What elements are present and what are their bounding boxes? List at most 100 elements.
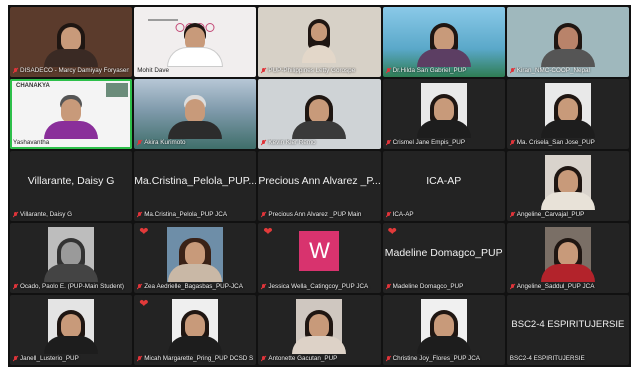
participant-name-label: Zea Aedrielle_Bagasbas_PUP-JCA: [137, 283, 253, 291]
participant-tile[interactable]: BSC2-4 ESPIRITUJERSIE BSC2-4 ESPIRITUJER…: [506, 295, 629, 365]
participant-tile[interactable]: ❤ Micah Margarette_Pring_PUP DCSD S...: [134, 295, 257, 365]
participant-photo: [44, 227, 99, 282]
mic-muted-icon: [261, 140, 266, 146]
mic-muted-icon: [261, 284, 266, 290]
participant-display-name: BSC2-4 ESPIRITUJERSIE: [511, 318, 625, 330]
participant-tile[interactable]: ❤ Zea Aedrielle_Bagasbas_PUP-JCA: [134, 223, 257, 293]
participant-tile[interactable]: ❤ Madeline Domagco_PUP Madeline Domagco_…: [382, 223, 505, 293]
mic-muted-icon: [13, 284, 18, 290]
participant-tile[interactable]: DISADECO - Marcy Damiyay Foryasen: [10, 7, 133, 77]
participant-name-label: Mohit Dave: [137, 67, 170, 74]
participant-name-label: Akira Kurimoto: [137, 139, 253, 147]
participant-tile[interactable]: ICA-AP ICA-AP: [382, 151, 505, 221]
participant-name-label: Kevin Kier Remo: [261, 139, 377, 147]
participant-tile[interactable]: Villarante, Daisy G Villarante, Daisy G: [10, 151, 133, 221]
mic-muted-icon: [261, 356, 266, 362]
heart-reaction-icon: ❤: [263, 226, 273, 238]
participant-video: [163, 91, 227, 139]
participant-tile[interactable]: Janell_Lusterio_PUP: [10, 295, 133, 365]
participant-display-name: Villarante, Daisy G: [27, 174, 115, 187]
participant-photo: [292, 299, 347, 354]
mic-muted-icon: [13, 212, 18, 218]
mic-muted-icon: [137, 212, 142, 218]
participant-name-label: Jessica Wella_Catingcoy_PUP JCA: [261, 283, 377, 291]
participant-tile[interactable]: Angeline_Carvajal_PUP: [506, 151, 629, 221]
participant-name-label: Kiran_NMC-COOP_Nepal: [510, 67, 626, 75]
participant-tile[interactable]: Akira Kurimoto: [134, 79, 257, 149]
participant-photo: [540, 227, 595, 282]
participant-name-label: Ma. Crisela_San Jose_PUP: [510, 139, 626, 147]
participant-photo: [416, 299, 471, 354]
participant-display-name: Madeline Domagco_PUP: [384, 246, 503, 259]
participant-name-label: Ma.Cristina_Pelola_PUP JCA: [137, 211, 253, 219]
participant-tile[interactable]: Angeline_Saddul_PUP JCA: [506, 223, 629, 293]
participant-name-label: Madeline Domagco_PUP: [386, 283, 502, 291]
video-gallery: DISADECO - Marcy Damiyay Foryasen Mohit …: [8, 5, 631, 367]
participant-tile[interactable]: Mohit Dave: [134, 7, 257, 77]
mic-muted-icon: [386, 212, 391, 218]
mic-muted-icon: [137, 140, 142, 146]
mic-muted-icon: [386, 140, 391, 146]
participant-name-label: Antonette Gacutan_PUP: [261, 355, 377, 363]
participant-video: [287, 91, 351, 139]
participant-photo: [167, 227, 224, 282]
participant-tile[interactable]: PUP-Philippines Letty Gorospe: [258, 7, 381, 77]
participant-grid: DISADECO - Marcy Damiyay Foryasen Mohit …: [10, 7, 629, 365]
participant-tile[interactable]: Crismel Jane Empis_PUP: [382, 79, 505, 149]
mic-muted-icon: [137, 284, 142, 290]
mic-muted-icon: [386, 68, 391, 74]
participant-name-label: Yashavantha: [13, 139, 50, 146]
participant-name-label: Christine Joy_Flores_PUP JCA: [386, 355, 502, 363]
participant-tile[interactable]: Ma.Cristina_Pelola_PUP... Ma.Cristina_Pe…: [134, 151, 257, 221]
mic-muted-icon: [510, 212, 515, 218]
participant-name-label: PUP-Philippines Letty Gorospe: [261, 67, 377, 75]
participant-video: [299, 15, 339, 63]
participant-name-label: BSC2-4 ESPIRITUJERSIE: [509, 355, 585, 362]
mic-muted-icon: [386, 284, 391, 290]
participant-tile-active-speaker[interactable]: CHANAKYA Yashavantha: [10, 79, 133, 149]
participant-name-label: Crismel Jane Empis_PUP: [386, 139, 502, 147]
participant-display-name: Precious Ann Alvarez _P...: [258, 174, 381, 187]
participant-video: [412, 19, 476, 67]
mic-muted-icon: [510, 140, 515, 146]
participant-video: [39, 91, 103, 139]
heart-reaction-icon: ❤: [387, 226, 397, 238]
mic-muted-icon: [13, 68, 18, 74]
participant-video: [536, 19, 600, 67]
participant-name-label: Micah Margarette_Pring_PUP DCSD S...: [137, 355, 253, 363]
participant-photo: [540, 155, 595, 210]
participant-photo: [416, 83, 471, 138]
participant-tile[interactable]: Kevin Kier Remo: [258, 79, 381, 149]
participant-name-label: DISADECO - Marcy Damiyay Foryasen: [13, 67, 129, 75]
mic-muted-icon: [137, 356, 142, 362]
participant-video: [163, 19, 227, 67]
participant-name-label: Villarante, Daisy G: [13, 211, 129, 219]
participant-name-label: Ocado, Paolo E. (PUP-Main Student): [13, 283, 129, 291]
participant-photo: [540, 83, 595, 138]
participant-name-label: Precious Ann Alvarez _PUP Main: [261, 211, 377, 219]
logo-image: [106, 83, 129, 97]
participant-video: [39, 19, 103, 67]
participant-tile[interactable]: ❤ W Jessica Wella_Catingcoy_PUP JCA: [258, 223, 381, 293]
participant-photo: [168, 299, 223, 354]
participant-tile[interactable]: Christine Joy_Flores_PUP JCA: [382, 295, 505, 365]
participant-tile[interactable]: Precious Ann Alvarez _P... Precious Ann …: [258, 151, 381, 221]
participant-name-label: Angeline_Carvajal_PUP: [510, 211, 626, 219]
participant-tile[interactable]: Dr.Hilda San Gabriel_PUP: [382, 7, 505, 77]
participant-display-name: ICA-AP: [426, 174, 462, 187]
logo-text: CHANAKYA: [16, 83, 50, 89]
participant-tile[interactable]: Ocado, Paolo E. (PUP-Main Student): [10, 223, 133, 293]
participant-name-label: ICA-AP: [386, 211, 502, 219]
participant-name-label: Janell_Lusterio_PUP: [13, 355, 129, 363]
avatar: W: [299, 231, 340, 271]
participant-name-label: Angeline_Saddul_PUP JCA: [510, 283, 626, 291]
mic-muted-icon: [386, 356, 391, 362]
participant-tile[interactable]: Antonette Gacutan_PUP: [258, 295, 381, 365]
participant-photo: [44, 299, 99, 354]
mic-muted-icon: [510, 284, 515, 290]
participant-tile[interactable]: Ma. Crisela_San Jose_PUP: [506, 79, 629, 149]
participant-display-name: Ma.Cristina_Pelola_PUP...: [134, 174, 257, 187]
participant-name-label: Dr.Hilda San Gabriel_PUP: [386, 67, 502, 75]
heart-reaction-icon: ❤: [139, 226, 149, 238]
participant-tile[interactable]: Kiran_NMC-COOP_Nepal: [506, 7, 629, 77]
